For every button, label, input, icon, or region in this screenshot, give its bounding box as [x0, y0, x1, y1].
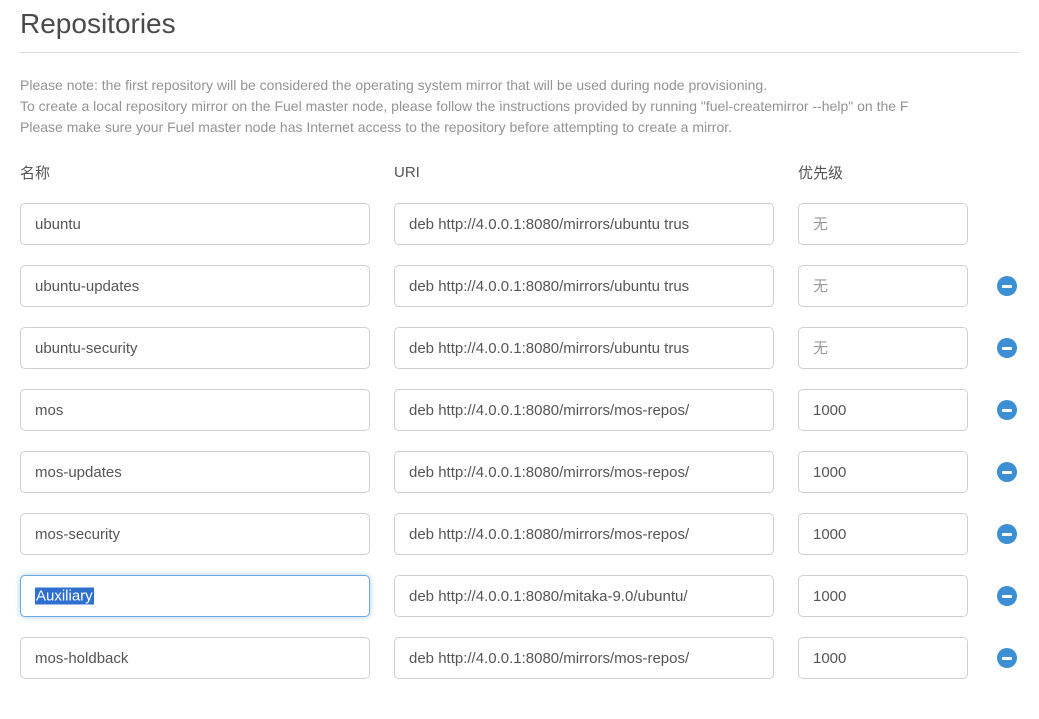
table-row [20, 389, 1019, 431]
table-row [20, 513, 1019, 555]
repo-name-input[interactable] [20, 203, 370, 245]
header-name: 名称 [20, 162, 370, 183]
repo-name-input[interactable] [20, 389, 370, 431]
help-text-line: To create a local repository mirror on t… [20, 96, 1019, 117]
grid-header: 名称 URI 优先级 [20, 162, 1019, 183]
table-row: Auxiliary [20, 575, 1019, 617]
repo-uri-input[interactable] [394, 327, 774, 369]
repo-uri-input[interactable] [394, 637, 774, 679]
repo-priority-input[interactable] [798, 203, 968, 245]
help-text-line: Please make sure your Fuel master node h… [20, 117, 1019, 138]
repo-priority-input[interactable] [798, 265, 968, 307]
repo-uri-input[interactable] [394, 389, 774, 431]
remove-row-button[interactable] [997, 462, 1017, 482]
repo-uri-input[interactable] [394, 513, 774, 555]
repo-uri-input[interactable] [394, 575, 774, 617]
repositories-grid: 名称 URI 优先级 Auxiliary [20, 162, 1019, 679]
table-row [20, 637, 1019, 679]
repo-name-input[interactable] [20, 327, 370, 369]
repo-priority-input[interactable] [798, 389, 968, 431]
header-priority: 优先级 [798, 162, 968, 183]
repo-priority-input[interactable] [798, 637, 968, 679]
page-title: Repositories [20, 0, 1019, 53]
repo-name-input[interactable] [20, 451, 370, 493]
remove-row-button[interactable] [997, 524, 1017, 544]
remove-row-button[interactable] [997, 276, 1017, 296]
repo-uri-input[interactable] [394, 265, 774, 307]
repo-name-input[interactable] [20, 513, 370, 555]
remove-row-button[interactable] [997, 586, 1017, 606]
remove-row-button[interactable] [997, 400, 1017, 420]
table-row [20, 203, 1019, 245]
repo-priority-input[interactable] [798, 451, 968, 493]
repo-name-input[interactable] [20, 265, 370, 307]
repo-priority-input[interactable] [798, 327, 968, 369]
table-row [20, 451, 1019, 493]
repo-name-input[interactable] [20, 575, 370, 617]
repo-uri-input[interactable] [394, 451, 774, 493]
repo-uri-input[interactable] [394, 203, 774, 245]
remove-row-button[interactable] [997, 338, 1017, 358]
table-row [20, 327, 1019, 369]
help-text-line: Please note: the first repository will b… [20, 75, 1019, 96]
repo-priority-input[interactable] [798, 575, 968, 617]
help-text: Please note: the first repository will b… [20, 75, 1019, 138]
header-uri: URI [394, 164, 774, 181]
repo-priority-input[interactable] [798, 513, 968, 555]
remove-row-button[interactable] [997, 648, 1017, 668]
repo-name-input[interactable] [20, 637, 370, 679]
table-row [20, 265, 1019, 307]
